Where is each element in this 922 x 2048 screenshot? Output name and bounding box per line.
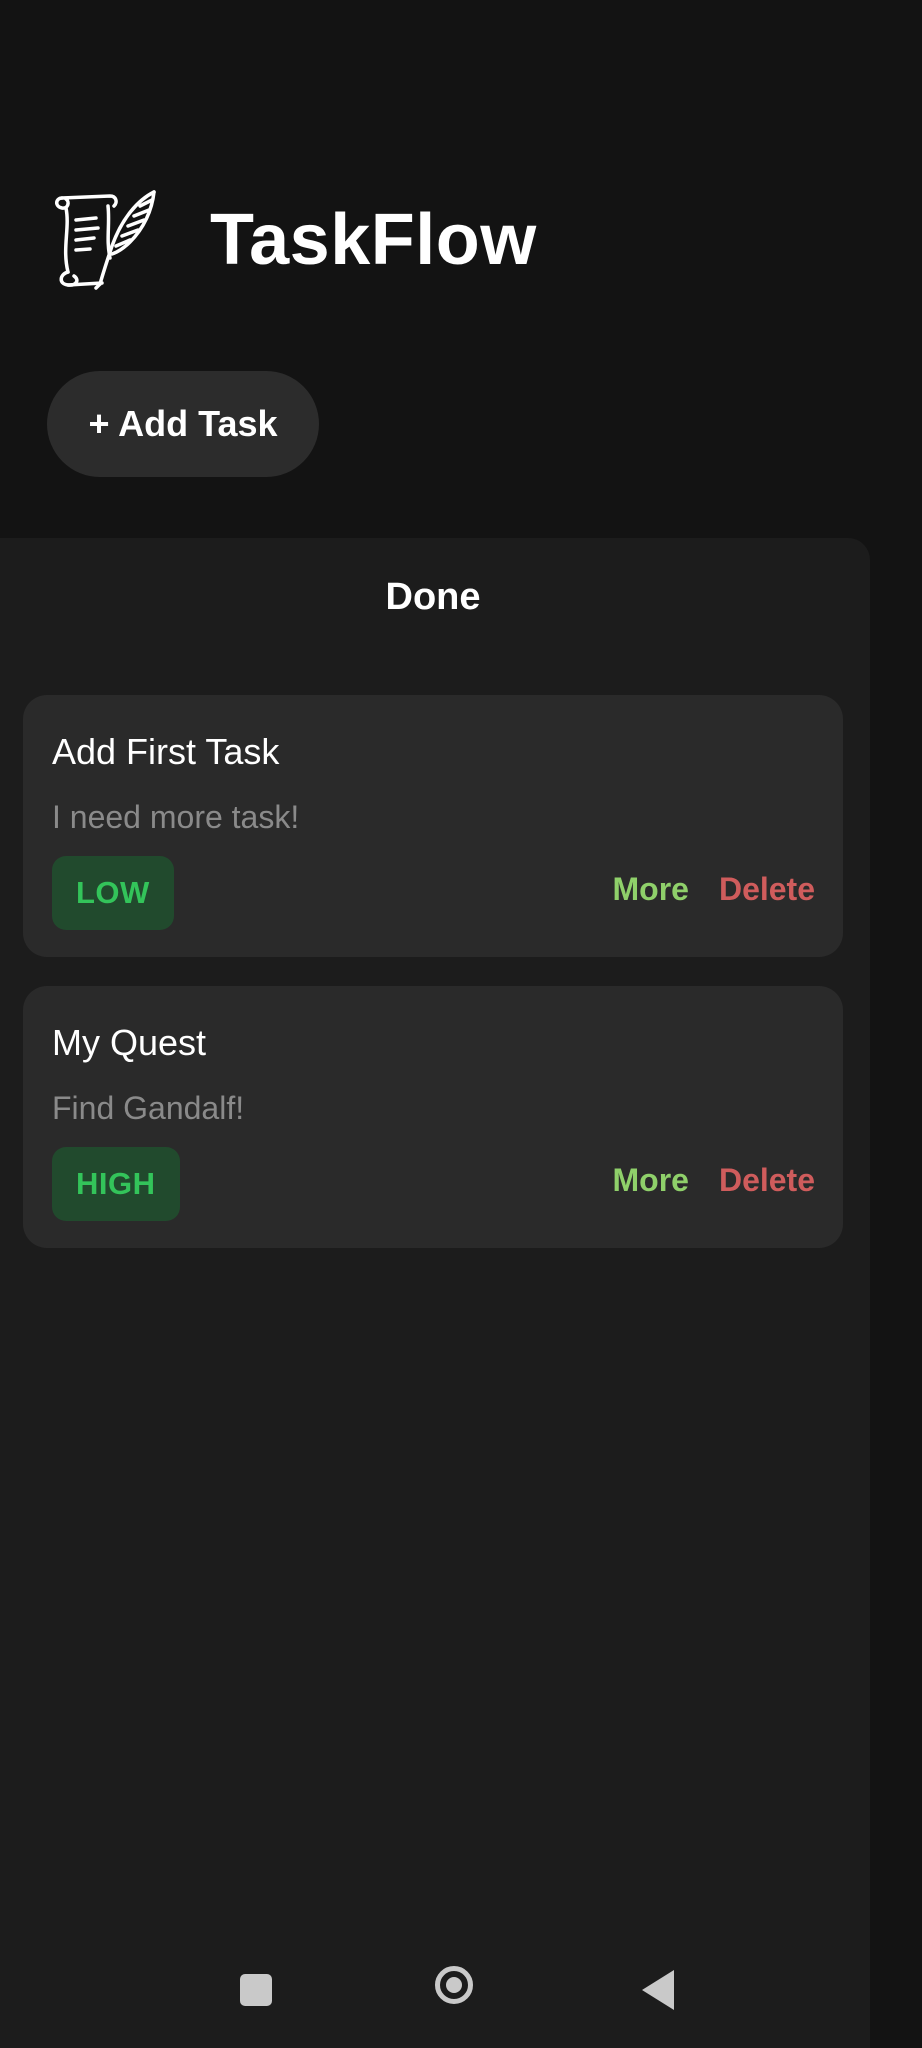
done-column: Done Add First Task I need more task! LO…: [0, 538, 870, 2048]
system-navigation-bar: [0, 1954, 870, 2048]
task-description: Find Gandalf!: [52, 1090, 245, 1126]
task-description: I need more task!: [52, 799, 300, 835]
app-header: TaskFlow: [52, 185, 537, 295]
task-title: Add First Task: [52, 731, 280, 772]
delete-button[interactable]: Delete: [719, 1162, 815, 1199]
column-title: Done: [385, 576, 481, 618]
task-card[interactable]: My Quest Find Gandalf! HIGH More Delete: [23, 986, 843, 1248]
priority-badge: HIGH: [52, 1147, 180, 1221]
task-actions: More Delete: [613, 871, 816, 908]
task-actions: More Delete: [613, 1162, 816, 1199]
back-triangle-icon[interactable]: [642, 1970, 674, 2010]
delete-button[interactable]: Delete: [719, 871, 815, 908]
more-button[interactable]: More: [613, 1162, 689, 1199]
app-title: TaskFlow: [210, 200, 537, 280]
app-screen: TaskFlow + Add Task Done Add First Task …: [0, 0, 922, 2048]
more-button[interactable]: More: [613, 871, 689, 908]
home-circle-icon[interactable]: [435, 1966, 473, 2004]
task-card[interactable]: Add First Task I need more task! LOW Mor…: [23, 695, 843, 957]
task-title: My Quest: [52, 1022, 207, 1063]
scroll-quill-icon: [55, 190, 156, 290]
recents-square-icon[interactable]: [240, 1974, 272, 2006]
priority-badge: LOW: [52, 856, 174, 930]
add-task-button[interactable]: + Add Task: [47, 371, 319, 477]
